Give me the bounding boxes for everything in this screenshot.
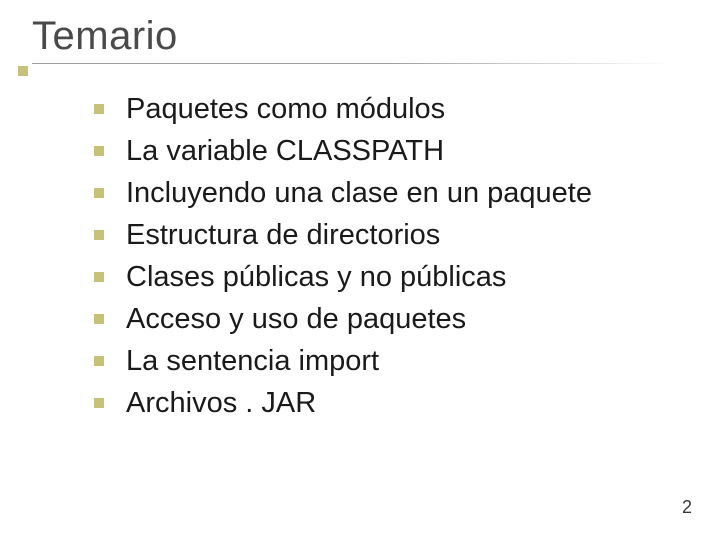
list-item: Estructura de directorios (94, 214, 592, 256)
page-number: 2 (682, 497, 692, 518)
list-item: Clases públicas y no públicas (94, 256, 592, 298)
title-block: Temario (32, 14, 672, 64)
slide: Temario Paquetes como módulos La variabl… (0, 0, 720, 540)
square-bullet-icon (94, 230, 104, 240)
list-item-text: Incluyendo una clase en un paquete (126, 179, 592, 208)
list-item-text: Paquetes como módulos (126, 95, 445, 124)
list-item: Archivos . JAR (94, 382, 592, 424)
square-bullet-icon (94, 272, 104, 282)
square-bullet-icon (94, 188, 104, 198)
square-bullet-icon (94, 398, 104, 408)
list-item-text: Clases públicas y no públicas (126, 263, 506, 292)
square-bullet-icon (94, 356, 104, 366)
list-item: La sentencia import (94, 340, 592, 382)
list-item: Paquetes como módulos (94, 88, 592, 130)
list-item: La variable CLASSPATH (94, 130, 592, 172)
slide-title: Temario (32, 14, 672, 59)
title-underline (32, 63, 672, 64)
square-bullet-icon (94, 314, 104, 324)
list-item-text: La sentencia import (126, 347, 379, 376)
list-item-text: Archivos . JAR (126, 389, 316, 418)
square-bullet-icon (94, 104, 104, 114)
title-accent-square (18, 66, 28, 76)
list-item-text: La variable CLASSPATH (126, 137, 444, 166)
list-item: Acceso y uso de paquetes (94, 298, 592, 340)
list-item: Incluyendo una clase en un paquete (94, 172, 592, 214)
bullet-list: Paquetes como módulos La variable CLASSP… (94, 88, 592, 424)
list-item-text: Acceso y uso de paquetes (126, 305, 466, 334)
square-bullet-icon (94, 146, 104, 156)
list-item-text: Estructura de directorios (126, 221, 440, 250)
